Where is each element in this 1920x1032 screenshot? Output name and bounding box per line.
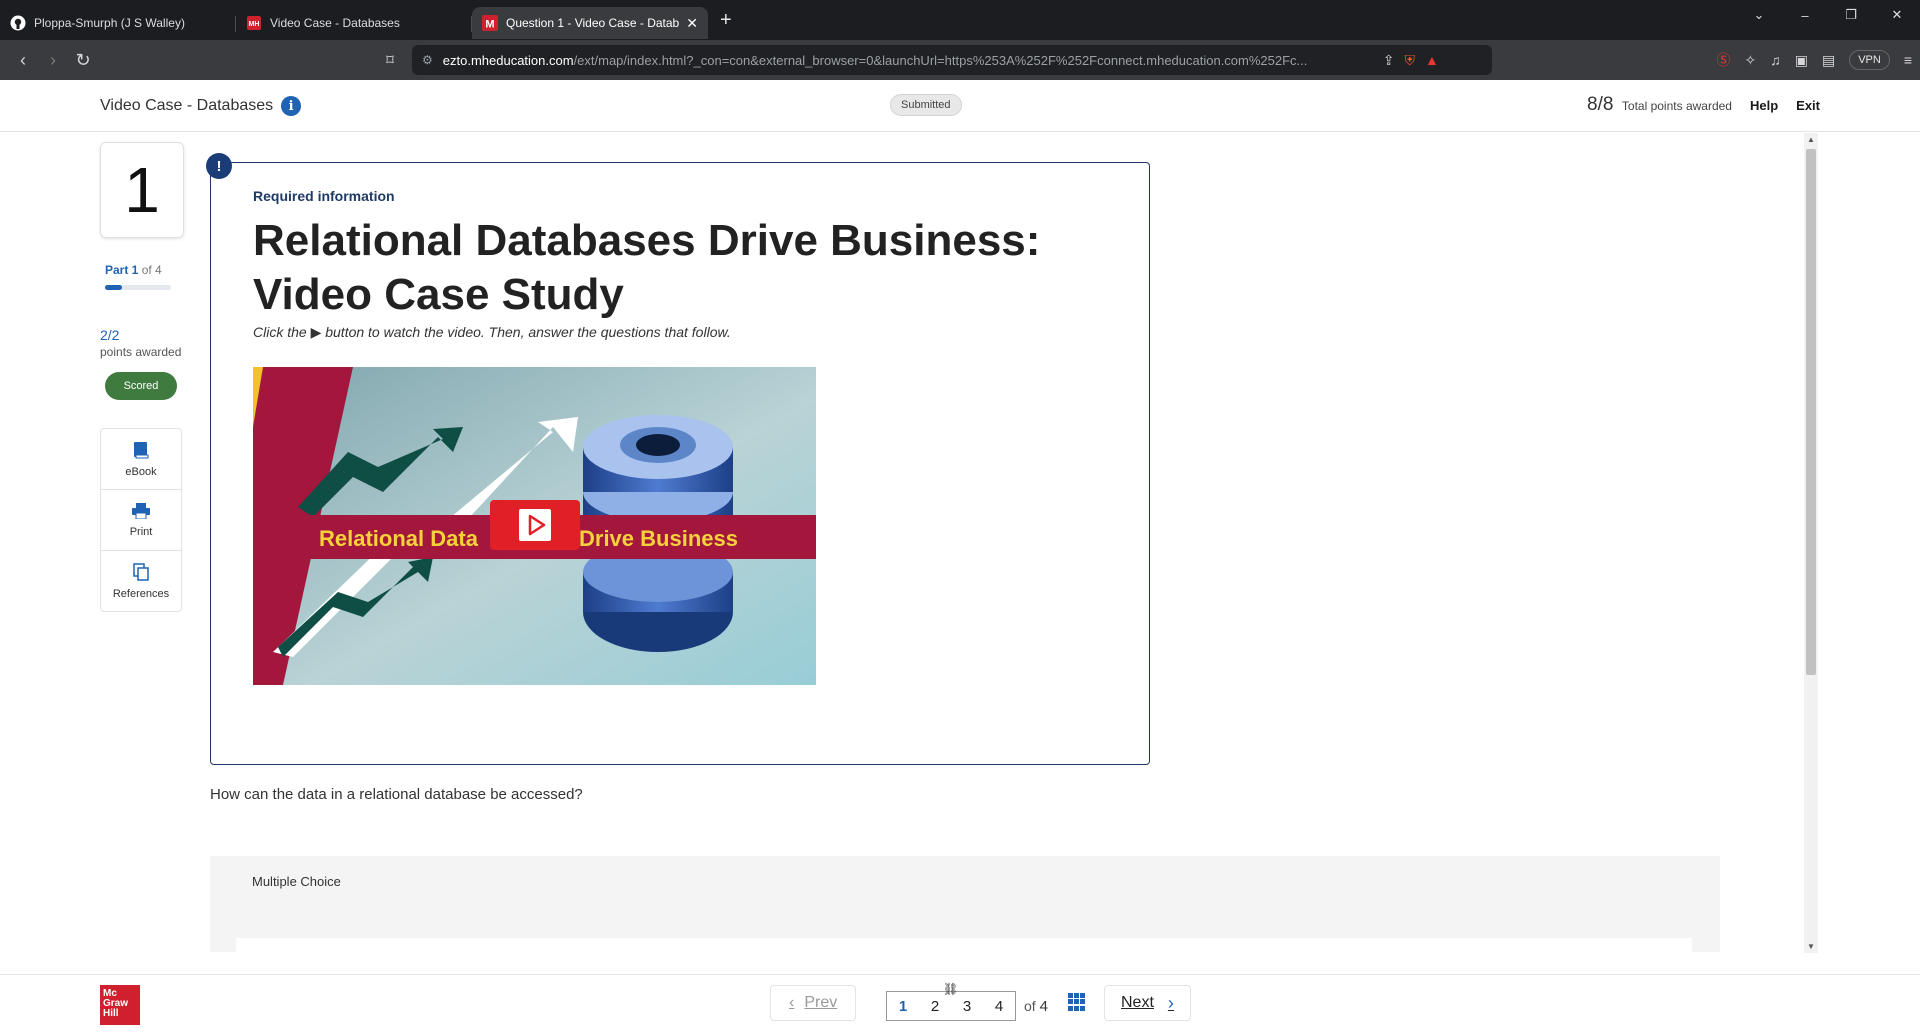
question-type-label: Multiple Choice: [252, 874, 341, 889]
page-2-button[interactable]: 2: [931, 998, 939, 1015]
question-points: 2/2: [100, 327, 120, 343]
question-text: How can the data in a relational databas…: [210, 786, 583, 803]
ebook-button[interactable]: eBook: [101, 429, 181, 490]
tools-panel: eBook Print References: [100, 428, 182, 612]
ebook-label: eBook: [125, 465, 157, 478]
status-badge: Submitted: [890, 94, 962, 116]
prev-button[interactable]: ‹ Prev: [770, 985, 857, 1021]
tab-label: Ploppa-Smurph (J S Walley): [34, 16, 185, 30]
page-3-button[interactable]: 3: [963, 998, 971, 1015]
case-headline: Relational Databases Drive Business: Vid…: [253, 216, 1041, 319]
prev-label: Prev: [804, 994, 838, 1011]
minimize-icon[interactable]: –: [1782, 0, 1828, 30]
tab-label: Question 1 - Video Case - Datab: [506, 16, 680, 30]
exit-button[interactable]: Exit: [1796, 98, 1820, 113]
chevron-left-icon: ‹: [789, 994, 795, 1011]
print-button[interactable]: Print: [101, 490, 181, 551]
brave-rewards-icon[interactable]: ▲: [1425, 52, 1439, 68]
print-icon: [132, 502, 150, 522]
share-icon[interactable]: ⇪: [1383, 52, 1395, 69]
restore-icon[interactable]: ❐: [1828, 0, 1874, 30]
brave-shield-icon[interactable]: ⛨: [1405, 52, 1416, 69]
ebook-icon: [133, 441, 149, 462]
video-banner-right: Drive Business: [579, 526, 738, 551]
scrollbar-thumb[interactable]: [1806, 149, 1816, 675]
play-icon: [519, 509, 551, 541]
part-progress-bar: [105, 285, 171, 290]
question-number: 1: [100, 142, 184, 238]
part-indicator: Part 1 of 4: [105, 263, 162, 277]
reload-icon[interactable]: ↻: [68, 45, 98, 75]
close-tab-icon[interactable]: ✕: [686, 15, 698, 32]
bookmark-icon[interactable]: ⌑: [375, 45, 405, 75]
close-window-icon[interactable]: ✕: [1874, 0, 1920, 30]
chevron-right-icon: ›: [1167, 992, 1174, 1013]
tab-label: Video Case - Databases: [270, 16, 400, 30]
page-total: of 4: [1024, 998, 1048, 1015]
score-area: 8/8 Total points awarded Help Exit: [1587, 94, 1820, 116]
sidebar-icon[interactable]: ▣: [1795, 52, 1808, 69]
help-button[interactable]: Help: [1750, 98, 1778, 113]
answer-area: [236, 938, 1692, 952]
next-label: Next: [1121, 994, 1154, 1011]
browser-tab-question[interactable]: M Question 1 - Video Case - Datab ✕: [472, 7, 708, 39]
site-settings-icon[interactable]: ⚙: [422, 53, 433, 67]
video-play-button[interactable]: [490, 500, 580, 550]
browser-tab-github[interactable]: Ploppa-Smurph (J S Walley): [0, 7, 236, 39]
window-controls: ⌄ – ❐ ✕: [1736, 0, 1920, 30]
m-icon: M: [482, 15, 498, 31]
points-label: points awarded: [100, 345, 182, 359]
content-scrollbar[interactable]: ▲ ▼: [1804, 133, 1818, 953]
references-icon: [133, 563, 149, 584]
url-text: ezto.mheducation.com/ext/map/index.html?…: [442, 52, 1308, 68]
svg-text:M: M: [485, 19, 494, 31]
extension-s-icon[interactable]: Ⓢ: [1717, 50, 1731, 70]
total-score-label: Total points awarded: [1621, 99, 1732, 113]
next-button[interactable]: Next ›: [1104, 985, 1191, 1021]
media-icon[interactable]: ♫: [1770, 52, 1781, 68]
vpn-button[interactable]: VPN: [1849, 50, 1890, 70]
browser-right-tools: Ⓢ ✧ ♫ ▣ ▤ VPN ≡: [1717, 45, 1912, 75]
assignment-footer: Mc Graw Hill ‹ Prev ⛓ 1 2 3 4 of 4 Next …: [0, 974, 1920, 1032]
mh-icon: MH: [246, 15, 262, 31]
forward-icon[interactable]: ›: [38, 45, 68, 75]
part-progress-fill: [105, 285, 122, 290]
alert-icon: !: [206, 153, 232, 179]
browser-tab-bar: Ploppa-Smurph (J S Walley) MH Video Case…: [0, 0, 1920, 40]
mcgraw-hill-logo: Mc Graw Hill: [100, 985, 140, 1025]
chevron-down-icon[interactable]: ⌄: [1736, 0, 1782, 30]
assignment-title: Video Case - Databases i: [100, 96, 302, 116]
of-label: of: [1024, 998, 1036, 1014]
extensions-icon[interactable]: ✧: [1745, 52, 1757, 69]
references-label: References: [112, 588, 170, 600]
link-icon: ⛓: [943, 982, 959, 996]
scroll-up-icon[interactable]: ▲: [1807, 135, 1815, 144]
github-icon: [10, 15, 26, 31]
info-icon[interactable]: i: [281, 96, 302, 116]
assignment-header: Video Case - Databases i Submitted 8/8 T…: [0, 80, 1920, 132]
new-tab-icon[interactable]: +: [720, 9, 732, 32]
scroll-down-icon[interactable]: ▼: [1807, 942, 1815, 951]
browser-toolbar: ‹ › ↻ ⌑ ⚙ ezto.mheducation.com/ext/map/i…: [0, 40, 1920, 80]
wallet-icon[interactable]: ▤: [1822, 52, 1835, 69]
back-icon[interactable]: ‹: [8, 45, 38, 75]
page-4-button[interactable]: 4: [995, 998, 1003, 1015]
total-score: 8/8: [1587, 94, 1614, 115]
address-bar[interactable]: ⚙ ezto.mheducation.com/ext/map/index.htm…: [412, 45, 1492, 75]
svg-text:MH: MH: [249, 21, 260, 28]
total-pages: 4: [1039, 998, 1048, 1015]
print-label: Print: [129, 525, 153, 538]
scored-badge: Scored: [105, 372, 177, 400]
references-button[interactable]: References: [101, 551, 181, 612]
page-selector: ⛓ 1 2 3 4: [886, 982, 1016, 1021]
menu-icon[interactable]: ≡: [1904, 52, 1912, 68]
instruction-text: Click the ▶ button to watch the video. T…: [253, 324, 731, 340]
browser-tab-video-case[interactable]: MH Video Case - Databases: [236, 7, 472, 39]
multiple-choice-panel: Multiple Choice: [210, 856, 1720, 952]
grid-view-icon[interactable]: [1068, 993, 1086, 1011]
video-banner-left: Relational Data: [319, 526, 479, 551]
page-1-button[interactable]: 1: [899, 998, 907, 1015]
required-info-label: Required information: [253, 188, 395, 204]
assignment-title-text: Video Case - Databases: [100, 97, 274, 114]
